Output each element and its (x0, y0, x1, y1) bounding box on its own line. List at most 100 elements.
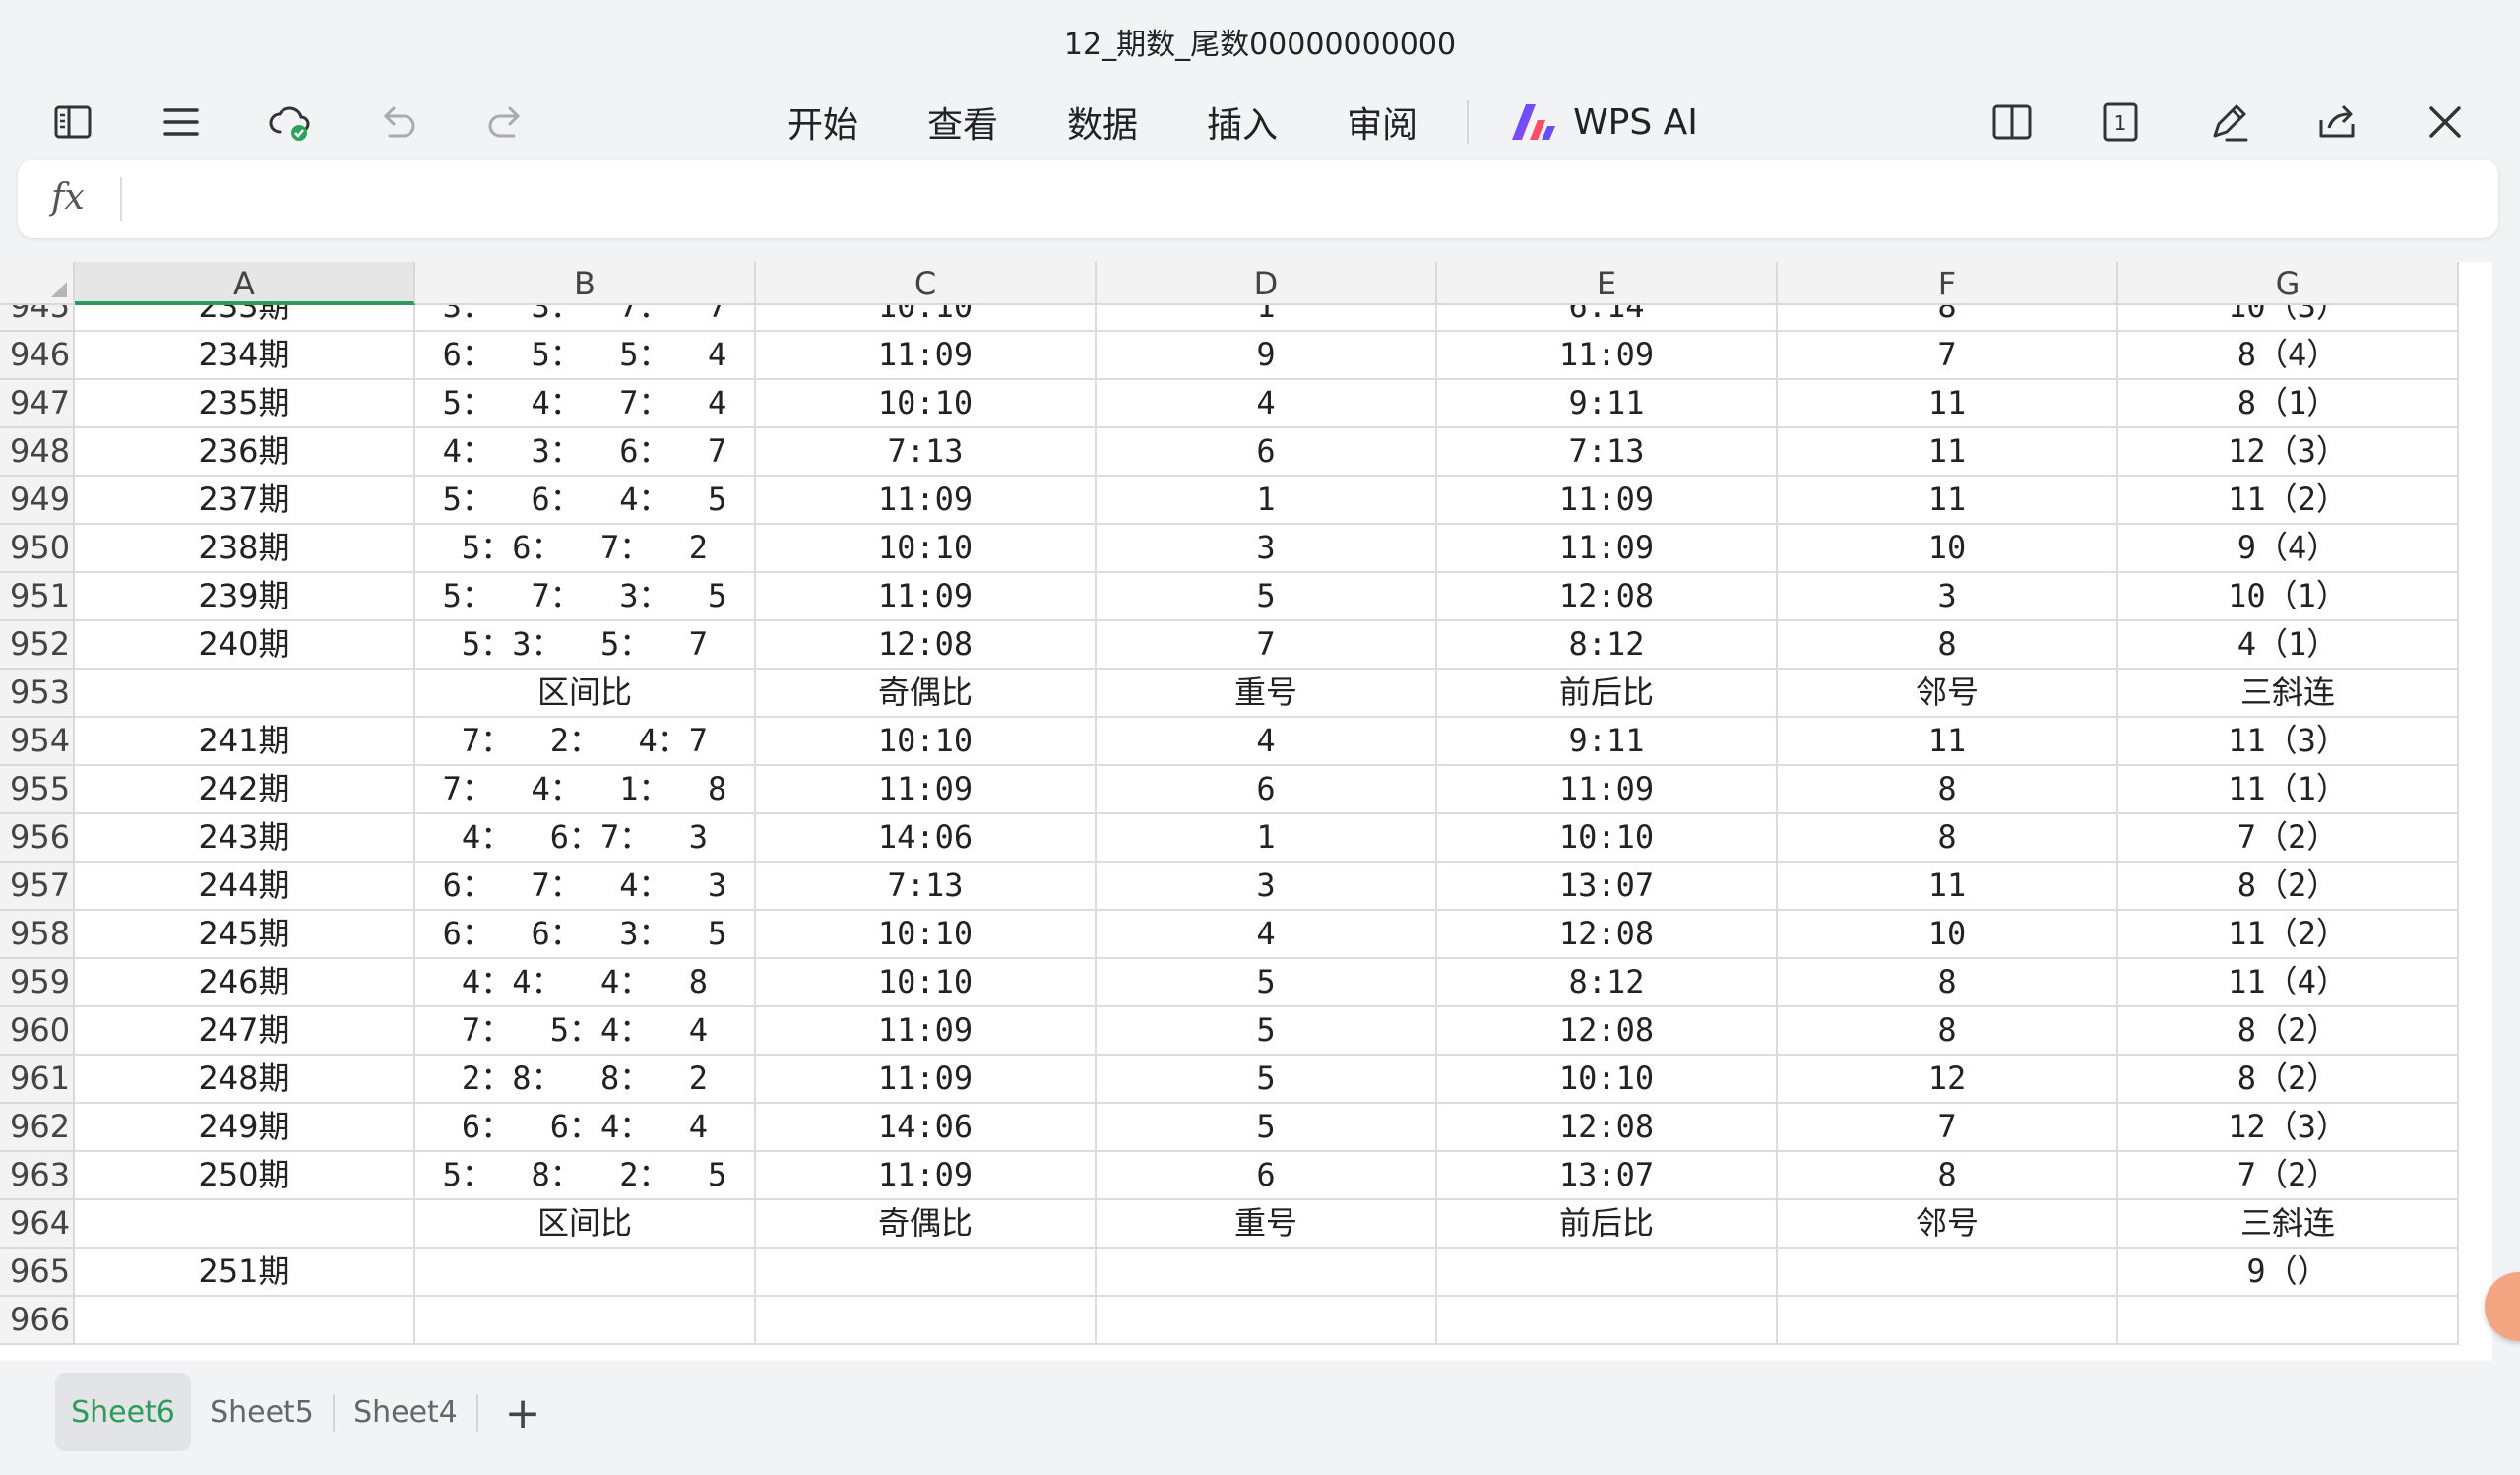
cell-e[interactable]: 11:09 (1437, 477, 1778, 525)
cell-f[interactable]: 11 (1778, 380, 2118, 428)
cell-f[interactable]: 10 (1778, 525, 2118, 573)
row-header[interactable]: 956 (0, 814, 75, 863)
menu-data[interactable]: 数据 (1067, 96, 1138, 148)
cell-e[interactable]: 13:07 (1437, 863, 1778, 911)
cell-b[interactable]: 4： 3： 6： 7 (415, 428, 756, 477)
cell-b[interactable]: 4： 6：7： 3 (415, 814, 756, 863)
cell-b[interactable]: 6： 7： 4： 3 (415, 863, 756, 911)
edit-pen-icon[interactable] (2199, 93, 2258, 152)
cell-g[interactable]: 10（3） (2118, 305, 2459, 332)
column-header-b[interactable]: B (415, 262, 756, 305)
cell-g[interactable]: 9（） (2118, 1249, 2459, 1297)
cell-c[interactable] (756, 1297, 1097, 1345)
cell-d[interactable]: 6 (1097, 766, 1437, 814)
cell-f[interactable]: 3 (1778, 573, 2118, 621)
cell-g[interactable]: 7（2） (2118, 814, 2459, 863)
cell-f[interactable]: 10 (1778, 911, 2118, 959)
cell-e[interactable]: 10:10 (1437, 814, 1778, 863)
cell-c[interactable]: 14:06 (756, 814, 1097, 863)
row-header[interactable]: 953 (0, 670, 75, 718)
cell-f[interactable] (1778, 1297, 2118, 1345)
cell-e[interactable]: 9:11 (1437, 380, 1778, 428)
cell-e[interactable]: 12:08 (1437, 573, 1778, 621)
menu-review[interactable]: 审阅 (1347, 96, 1418, 148)
menu-view[interactable]: 查看 (927, 96, 998, 148)
cell-e[interactable]: 11:09 (1437, 525, 1778, 573)
cell-b[interactable]: 7： 2： 4：7 (415, 718, 756, 766)
row-header[interactable]: 949 (0, 477, 75, 525)
cell-a[interactable]: 241期 (75, 718, 415, 766)
cell-a[interactable]: 251期 (75, 1249, 415, 1297)
cell-g[interactable]: 11（2） (2118, 477, 2459, 525)
cell-d[interactable]: 4 (1097, 911, 1437, 959)
cell-c[interactable]: 奇偶比 (756, 670, 1097, 718)
cell-e[interactable]: 11:09 (1437, 766, 1778, 814)
cell-d[interactable]: 5 (1097, 1104, 1437, 1152)
cell-c[interactable]: 7:13 (756, 428, 1097, 477)
cell-b[interactable]: 2：8： 8： 2 (415, 1056, 756, 1104)
undo-icon[interactable] (368, 93, 427, 152)
row-header[interactable]: 965 (0, 1249, 75, 1297)
cell-b[interactable]: 5： 6： 4： 5 (415, 477, 756, 525)
column-header-f[interactable]: F (1778, 262, 2118, 305)
cell-d[interactable]: 5 (1097, 573, 1437, 621)
cell-a[interactable] (75, 1297, 415, 1345)
menu-icon[interactable] (152, 93, 211, 152)
cell-a[interactable] (75, 1200, 415, 1249)
cell-b[interactable]: 3： 3： 7： 7 (415, 305, 756, 332)
cell-e[interactable]: 10:10 (1437, 1056, 1778, 1104)
redo-icon[interactable] (476, 93, 536, 152)
column-header-d[interactable]: D (1097, 262, 1437, 305)
cell-c[interactable]: 11:09 (756, 573, 1097, 621)
row-header[interactable]: 946 (0, 332, 75, 380)
cell-b[interactable]: 7： 5：4： 4 (415, 1007, 756, 1056)
cell-e[interactable]: 12:08 (1437, 911, 1778, 959)
cell-g[interactable]: 12（3） (2118, 1104, 2459, 1152)
cell-a[interactable] (75, 670, 415, 718)
cell-d[interactable]: 3 (1097, 863, 1437, 911)
cell-e[interactable]: 12:08 (1437, 1104, 1778, 1152)
split-view-icon[interactable] (1983, 93, 2042, 152)
cell-e[interactable]: 13:07 (1437, 1152, 1778, 1200)
cell-f[interactable]: 8 (1778, 814, 2118, 863)
cell-a[interactable]: 250期 (75, 1152, 415, 1200)
cell-d[interactable]: 重号 (1097, 670, 1437, 718)
cell-e[interactable]: 11:09 (1437, 332, 1778, 380)
cell-d[interactable]: 1 (1097, 305, 1437, 332)
row-header[interactable]: 954 (0, 718, 75, 766)
cell-d[interactable]: 重号 (1097, 1200, 1437, 1249)
column-header-a[interactable]: A (75, 262, 415, 305)
menu-insert[interactable]: 插入 (1207, 96, 1278, 148)
cell-e[interactable]: 前后比 (1437, 1200, 1778, 1249)
cell-c[interactable] (756, 1249, 1097, 1297)
select-all-corner[interactable] (0, 262, 75, 305)
column-header-c[interactable]: C (756, 262, 1097, 305)
row-header[interactable]: 963 (0, 1152, 75, 1200)
cell-a[interactable]: 234期 (75, 332, 415, 380)
cell-d[interactable]: 6 (1097, 428, 1437, 477)
sheet-tab-sheet6[interactable]: Sheet6 (55, 1373, 191, 1451)
cell-b[interactable]: 6： 6：4： 4 (415, 1104, 756, 1152)
formula-input[interactable] (136, 177, 2479, 221)
cell-c[interactable]: 12:08 (756, 621, 1097, 670)
cell-f[interactable]: 11 (1778, 718, 2118, 766)
cell-g[interactable]: 三斜连 (2118, 1200, 2459, 1249)
cell-a[interactable]: 242期 (75, 766, 415, 814)
cell-c[interactable]: 10:10 (756, 911, 1097, 959)
cell-c[interactable]: 7:13 (756, 863, 1097, 911)
column-header-g[interactable]: G (2118, 262, 2459, 305)
cell-d[interactable]: 5 (1097, 1007, 1437, 1056)
cell-e[interactable]: 8:12 (1437, 621, 1778, 670)
row-header[interactable]: 960 (0, 1007, 75, 1056)
cell-a[interactable]: 235期 (75, 380, 415, 428)
cell-b[interactable]: 5： 4： 7： 4 (415, 380, 756, 428)
cell-g[interactable]: 8（2） (2118, 863, 2459, 911)
row-header[interactable]: 955 (0, 766, 75, 814)
cell-f[interactable]: 8 (1778, 1007, 2118, 1056)
cell-b[interactable]: 5：3： 5： 7 (415, 621, 756, 670)
cell-c[interactable]: 11:09 (756, 1152, 1097, 1200)
row-header[interactable]: 947 (0, 380, 75, 428)
cell-g[interactable]: 12（3） (2118, 428, 2459, 477)
cell-f[interactable]: 12 (1778, 1056, 2118, 1104)
cell-g[interactable]: 8（2） (2118, 1007, 2459, 1056)
